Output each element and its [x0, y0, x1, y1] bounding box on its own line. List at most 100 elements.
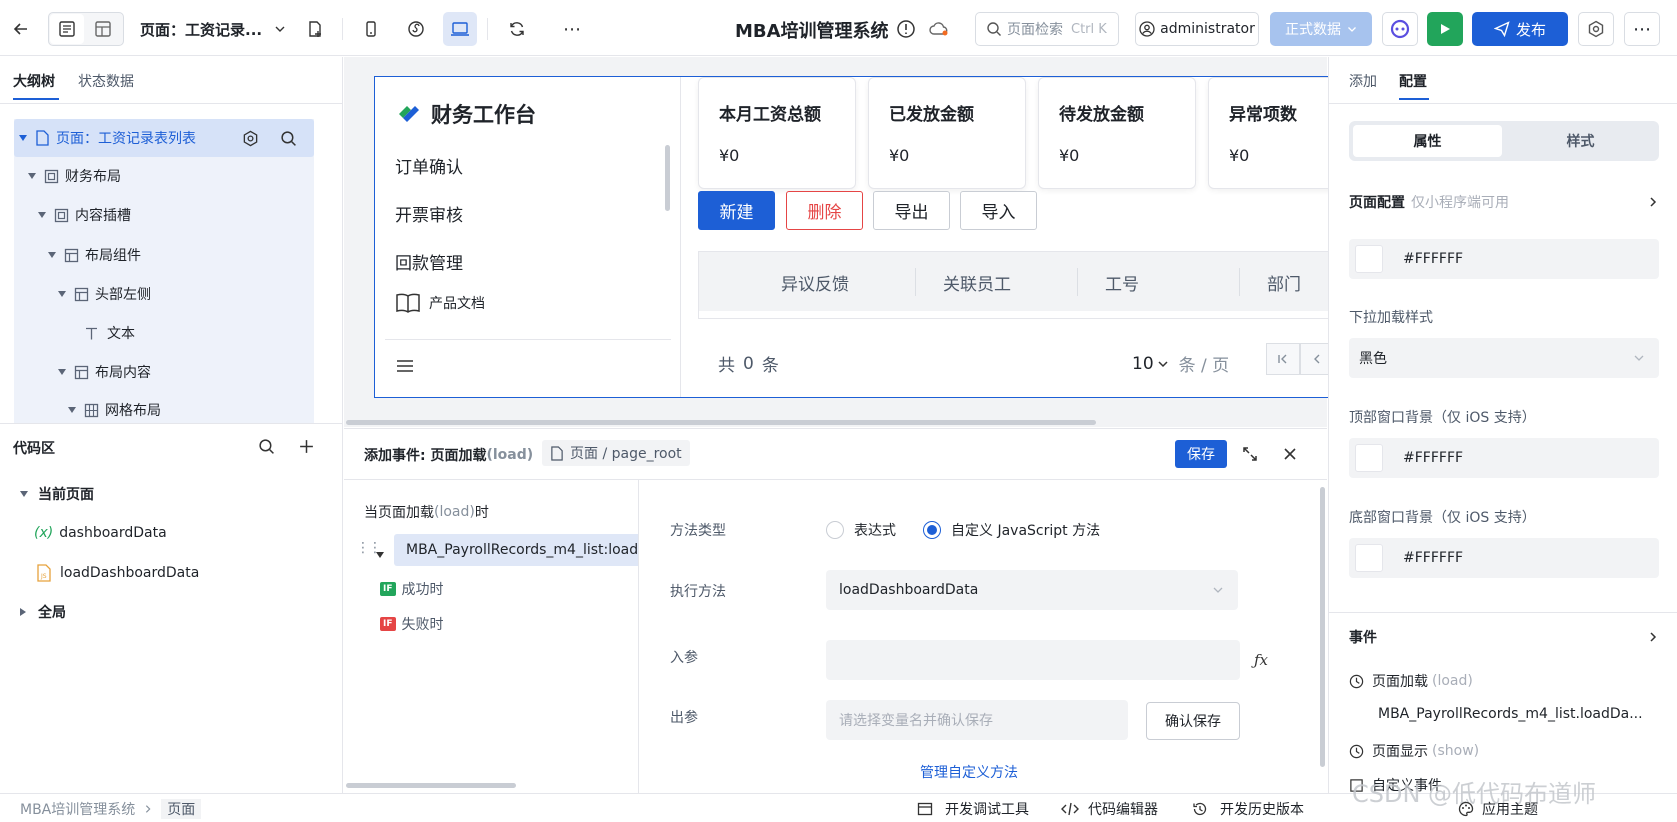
- global-group[interactable]: 全局: [20, 595, 66, 629]
- segment-styles[interactable]: 样式: [1506, 125, 1655, 157]
- list-h-scrollbar[interactable]: [346, 783, 516, 788]
- event-action-list: 当页面加载 (load) 时 ⋮⋮ MBA_PayrollRecords_m4_…: [344, 480, 639, 794]
- var-item-dashboard-data[interactable]: (x) dashboardData: [34, 516, 167, 550]
- tree-item-page-root[interactable]: 页面：工资记录表列表: [14, 121, 314, 155]
- fail-branch[interactable]: IF 失败时: [380, 614, 444, 634]
- breadcrumb-page[interactable]: 页面: [161, 799, 202, 819]
- expand-icon[interactable]: [1241, 445, 1259, 463]
- devtools-button[interactable]: 开发调试工具: [917, 799, 1029, 819]
- column-header[interactable]: 关联员工: [943, 270, 1011, 295]
- event-action-item[interactable]: MBA_PayrollRecords_m4_list:load: [394, 534, 638, 566]
- tree-settings-icon[interactable]: [242, 130, 259, 147]
- layout-view-icon[interactable]: [86, 12, 120, 46]
- export-button[interactable]: 导出: [873, 191, 950, 230]
- formula-icon[interactable]: ƒx: [1254, 651, 1268, 669]
- caret-down-icon[interactable]: [376, 546, 384, 562]
- column-header[interactable]: 工号: [1105, 270, 1139, 295]
- code-search-icon[interactable]: [258, 438, 275, 455]
- page-search-input[interactable]: 页面检索 Ctrl K: [975, 12, 1119, 46]
- color-swatch[interactable]: [1355, 544, 1383, 572]
- menu-item-order-confirm[interactable]: 订单确认: [395, 153, 463, 178]
- history-button[interactable]: 开发历史版本: [1192, 799, 1304, 819]
- desktop-preview-icon[interactable]: [443, 12, 477, 46]
- menu-item-invoice-review[interactable]: 开票审核: [395, 201, 463, 226]
- more-icon[interactable]: ⋯: [555, 12, 589, 46]
- import-button[interactable]: 导入: [960, 191, 1037, 230]
- confirm-save-button[interactable]: 确认保存: [1146, 702, 1240, 740]
- tab-config[interactable]: 配置: [1399, 71, 1427, 91]
- bottom-bg-color-field[interactable]: #FFFFFF: [1349, 538, 1659, 578]
- code-editor-button[interactable]: 代码编辑器: [1060, 799, 1158, 819]
- refresh-icon[interactable]: [500, 12, 534, 46]
- user-menu[interactable]: administrator: [1135, 12, 1259, 46]
- divider: [385, 339, 671, 340]
- breadcrumb-app[interactable]: MBA培训管理系统: [20, 799, 135, 819]
- manage-custom-methods-link[interactable]: 管理自定义方法: [920, 762, 1018, 782]
- event-load-row[interactable]: 页面加载 (load): [1349, 671, 1473, 691]
- more-menu-icon[interactable]: ⋯: [1624, 12, 1660, 46]
- run-preview-button[interactable]: [1427, 12, 1463, 46]
- canvas-h-scrollbar[interactable]: [346, 420, 1096, 425]
- mobile-preview-icon[interactable]: [354, 12, 388, 46]
- env-selector[interactable]: 正式数据: [1270, 12, 1372, 46]
- success-branch[interactable]: IF 成功时: [380, 579, 444, 599]
- tab-outline-tree[interactable]: 大纲树: [13, 71, 55, 91]
- output-params-input[interactable]: 请选择变量名并确认保存: [826, 700, 1128, 740]
- settings-icon[interactable]: [1578, 12, 1614, 46]
- ai-assistant-icon[interactable]: [1382, 12, 1418, 46]
- events-section-row[interactable]: 事件: [1349, 627, 1659, 647]
- first-page-icon[interactable]: [1266, 343, 1300, 375]
- add-page-icon[interactable]: [298, 12, 332, 46]
- radio-custom-js[interactable]: 自定义 JavaScript 方法: [923, 520, 1100, 540]
- var-item-load-dashboard-data[interactable]: JS loadDashboardData: [36, 556, 199, 590]
- tree-item-layout-content[interactable]: 布局内容: [58, 355, 151, 389]
- event-path-text: 页面 / page_root: [570, 446, 682, 462]
- info-icon[interactable]: [896, 19, 916, 39]
- sidebar-scrollbar[interactable]: [665, 145, 670, 211]
- tree-item-finance-layout[interactable]: 财务布局: [28, 159, 121, 193]
- event-save-button[interactable]: 保存: [1175, 440, 1227, 468]
- add-code-icon[interactable]: [298, 438, 315, 455]
- page-size-select[interactable]: 10 条 / 页: [1132, 351, 1229, 377]
- page-selector[interactable]: 页面：工资记录...: [140, 12, 290, 46]
- new-button[interactable]: 新建: [698, 191, 775, 230]
- color-swatch[interactable]: [1355, 245, 1383, 273]
- menu-item-collection[interactable]: 回款管理: [395, 249, 463, 274]
- publish-button[interactable]: 发布: [1472, 12, 1568, 46]
- form-v-scrollbar[interactable]: [1320, 487, 1325, 767]
- event-show-row[interactable]: 页面显示 (show): [1349, 741, 1479, 761]
- current-page-group[interactable]: 当前页面: [20, 477, 94, 511]
- doc-link[interactable]: 产品文档: [395, 291, 485, 315]
- outline-view-icon[interactable]: [50, 14, 84, 44]
- close-icon[interactable]: [1281, 445, 1299, 463]
- color-swatch[interactable]: [1355, 444, 1383, 472]
- input-params-field[interactable]: [826, 640, 1240, 680]
- radio-expression[interactable]: 表达式: [826, 520, 896, 540]
- segment-properties[interactable]: 属性: [1353, 125, 1502, 157]
- exec-method-select[interactable]: loadDashboardData: [826, 570, 1238, 610]
- app-theme-button[interactable]: 应用主题: [1458, 799, 1538, 819]
- event-load-handler[interactable]: MBA_PayrollRecords_m4_list.loadDa...: [1378, 706, 1643, 722]
- tree-item-content-slot[interactable]: 内容插槽: [38, 198, 131, 232]
- delete-button[interactable]: 删除: [786, 191, 863, 230]
- column-header[interactable]: 部门: [1267, 270, 1301, 295]
- tree-item-text[interactable]: 文本: [84, 316, 135, 350]
- cloud-sync-icon[interactable]: [928, 20, 950, 38]
- back-arrow-icon[interactable]: [4, 12, 38, 46]
- prev-page-icon[interactable]: [1300, 343, 1328, 375]
- tree-item-layout-component[interactable]: 布局组件: [48, 238, 141, 272]
- pull-style-select[interactable]: 黑色: [1349, 338, 1659, 378]
- page-config-row[interactable]: 页面配置 仅小程序端可用: [1349, 192, 1659, 212]
- tree-item-header-left[interactable]: 头部左侧: [58, 277, 151, 311]
- tree-item-grid-layout[interactable]: 网格布局: [68, 393, 161, 423]
- stat-card-paid: 已发放金额 ¥0: [868, 77, 1026, 189]
- preview-page[interactable]: 财务工作台 订单确认 开票审核 回款管理 产品文档 本月工资总额 ¥0 已发放金…: [374, 76, 1328, 398]
- hamburger-menu-icon[interactable]: [395, 357, 415, 375]
- bg-color-field[interactable]: #FFFFFF: [1349, 239, 1659, 279]
- top-bg-color-field[interactable]: #FFFFFF: [1349, 438, 1659, 478]
- column-header[interactable]: 异议反馈: [781, 270, 849, 295]
- tab-state-data[interactable]: 状态数据: [78, 71, 134, 91]
- miniprogram-preview-icon[interactable]: [399, 12, 433, 46]
- tab-add[interactable]: 添加: [1349, 71, 1377, 91]
- tree-search-icon[interactable]: [280, 130, 297, 147]
